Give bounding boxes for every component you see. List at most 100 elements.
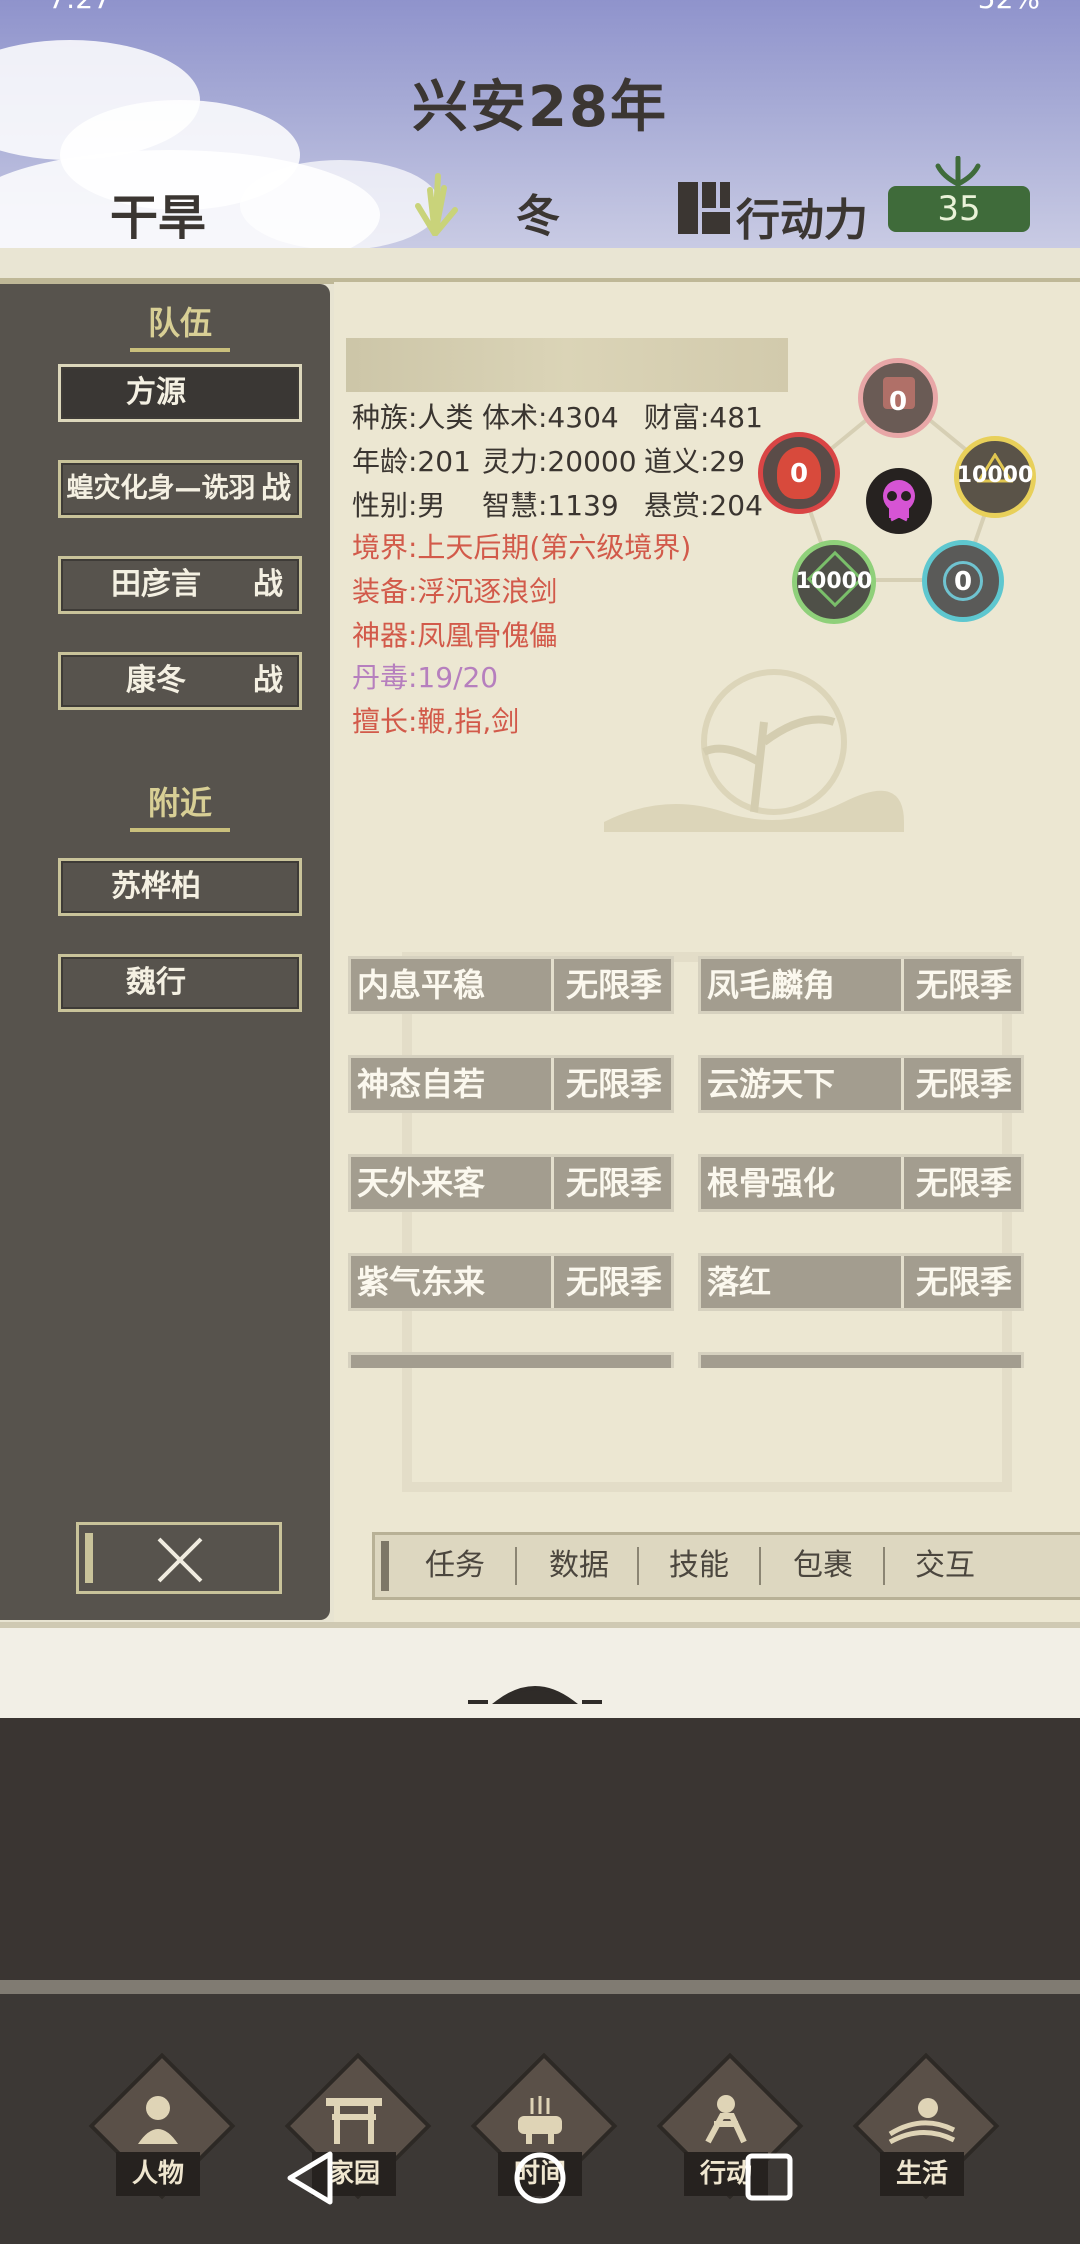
skill-duration: 无限季 [901,1256,1024,1308]
nearby-person-name: 苏桦柏 [111,869,201,904]
realm-stat: 境界:上天后期(第六级境界) [352,531,692,564]
nearby-person-1[interactable]: 苏桦柏 [58,858,302,916]
left-panel: 队伍 方源 蝗灾化身—诜羽 战 田彦言 战 康冬 战 附近 苏桦柏 魏行 [0,284,330,1620]
weather-label: 干旱 [110,190,207,246]
bounty-stat: 悬赏:204 [644,489,763,522]
skill-duration: 无限季 [551,1058,674,1110]
skill-duration: 无限季 [551,1256,674,1308]
battle-tag: 战 [253,663,283,698]
system-recents-icon[interactable] [744,2152,794,2202]
skill-name: 天外来客 [357,1164,486,1202]
nav-character[interactable]: 人物 [88,2052,236,2214]
battle-tag: 战 [253,567,283,602]
wealth-stat: 财富:481 [644,401,763,434]
skill-name: 神态自若 [357,1065,486,1103]
leaf-icon [935,156,981,188]
battle-tag: 战 [261,471,291,506]
skill-item-partial[interactable] [348,1352,674,1368]
element-earth-node[interactable]: 10000 [954,436,1036,518]
tab-bag[interactable]: 包裹 [779,1535,867,1597]
year-title: 兴安28年 [412,75,668,140]
tab-divider [515,1547,517,1585]
nearby-person-2[interactable]: 魏行 [58,954,302,1012]
sunset-field-icon [888,2098,956,2145]
system-home-icon[interactable] [512,2150,568,2206]
close-button[interactable] [76,1522,282,1594]
skill-item[interactable]: 凤毛麟角 无限季 [698,956,1024,1014]
skill-duration: 无限季 [901,1157,1024,1209]
decorative-landscape [604,669,904,832]
equipment-stat[interactable]: 装备:浮沉逐浪剑 [352,570,557,610]
skull-icon [883,480,915,522]
element-earth-value: 10000 [956,463,1034,488]
element-wood-value: 10000 [795,569,873,594]
action-points-value: 35 [888,186,1030,232]
tab-divider [637,1547,639,1585]
person-icon [138,2096,178,2144]
team-member-fangyuan[interactable]: 方源 [58,364,302,422]
skill-item[interactable]: 天外来客 无限季 [348,1154,674,1212]
skill-duration: 无限季 [551,959,674,1011]
morality-stat: 道义:29 [644,445,746,478]
tab-skills[interactable]: 技能 [655,1535,743,1597]
team-member-name: 蝗灾化身—诜羽 [66,473,256,504]
element-fire-value: 0 [789,459,809,489]
character-tab-bar: 任务 数据 技能 包裹 交互 [372,1532,1080,1600]
season-label: 冬 [516,191,560,242]
element-water-node[interactable]: 0 [922,540,1004,622]
character-name-banner [346,338,788,392]
skill-name: 内息平稳 [357,966,486,1004]
artifact-stat[interactable]: 神器:凤凰骨傀儡 [352,614,557,654]
nearby-section-title: 附近 [130,778,230,832]
gate-icon [326,2098,382,2144]
element-water-value: 0 [953,567,973,597]
team-member-4[interactable]: 康冬 战 [58,652,302,710]
skill-name: 落红 [707,1263,772,1301]
skill-duration: 无限季 [901,1058,1024,1110]
nav-life[interactable]: 生活 [852,2052,1000,2214]
status-time: 7:27 [48,0,111,15]
skill-name: 紫气东来 [357,1263,486,1301]
skill-item[interactable]: 根骨强化 无限季 [698,1154,1024,1212]
skill-item-partial[interactable] [698,1352,1024,1368]
nav-label: 生活 [880,2152,964,2196]
skill-item[interactable]: 落红 无限季 [698,1253,1024,1311]
season-plant-icon [415,173,458,236]
element-wood-node[interactable]: 10000 [792,540,876,624]
nav-label: 人物 [116,2152,200,2196]
tab-tasks[interactable]: 任务 [411,1535,499,1597]
skill-item[interactable]: 内息平稳 无限季 [348,956,674,1014]
status-battery: 52% [978,0,1040,15]
team-member-2[interactable]: 蝗灾化身—诜羽 战 [58,460,302,518]
lower-strip [0,1622,1080,1724]
skill-item[interactable]: 神态自若 无限季 [348,1055,674,1113]
skill-item[interactable]: 紫气东来 无限季 [348,1253,674,1311]
system-back-icon[interactable] [284,2150,336,2206]
spirit-stat: 灵力:20000 [482,445,637,478]
header-divider [0,248,1080,284]
poison-stat: 丹毒:19/20 [352,661,499,694]
skill-name: 根骨强化 [707,1164,836,1202]
close-button-accent [85,1533,93,1583]
gender-stat: 性别:男 [352,489,446,522]
team-member-name: 田彦言 [111,567,201,602]
action-glyph-icon [678,182,730,234]
status-bar: 7:27 52% [40,0,1040,15]
skill-duration: 无限季 [901,959,1024,1011]
skill-duration: 无限季 [551,1157,674,1209]
team-member-name: 方源 [126,375,186,410]
skill-name: 凤毛麟角 [707,966,836,1004]
element-fire-node[interactable]: 0 [758,432,840,514]
team-member-name: 康冬 [126,663,186,698]
element-metal-value: 0 [888,387,908,417]
nearby-person-name: 魏行 [126,965,186,1000]
tab-data[interactable]: 数据 [535,1535,623,1597]
team-member-3[interactable]: 田彦言 战 [58,556,302,614]
tab-interact[interactable]: 交互 [901,1535,989,1597]
pagoda-roof-icon [468,1686,602,1704]
wisdom-stat: 智慧:1139 [482,489,619,522]
element-center-node[interactable] [866,468,932,534]
element-metal-node[interactable]: 0 [858,358,938,438]
skill-item[interactable]: 云游天下 无限季 [698,1055,1024,1113]
tab-divider [883,1547,885,1585]
